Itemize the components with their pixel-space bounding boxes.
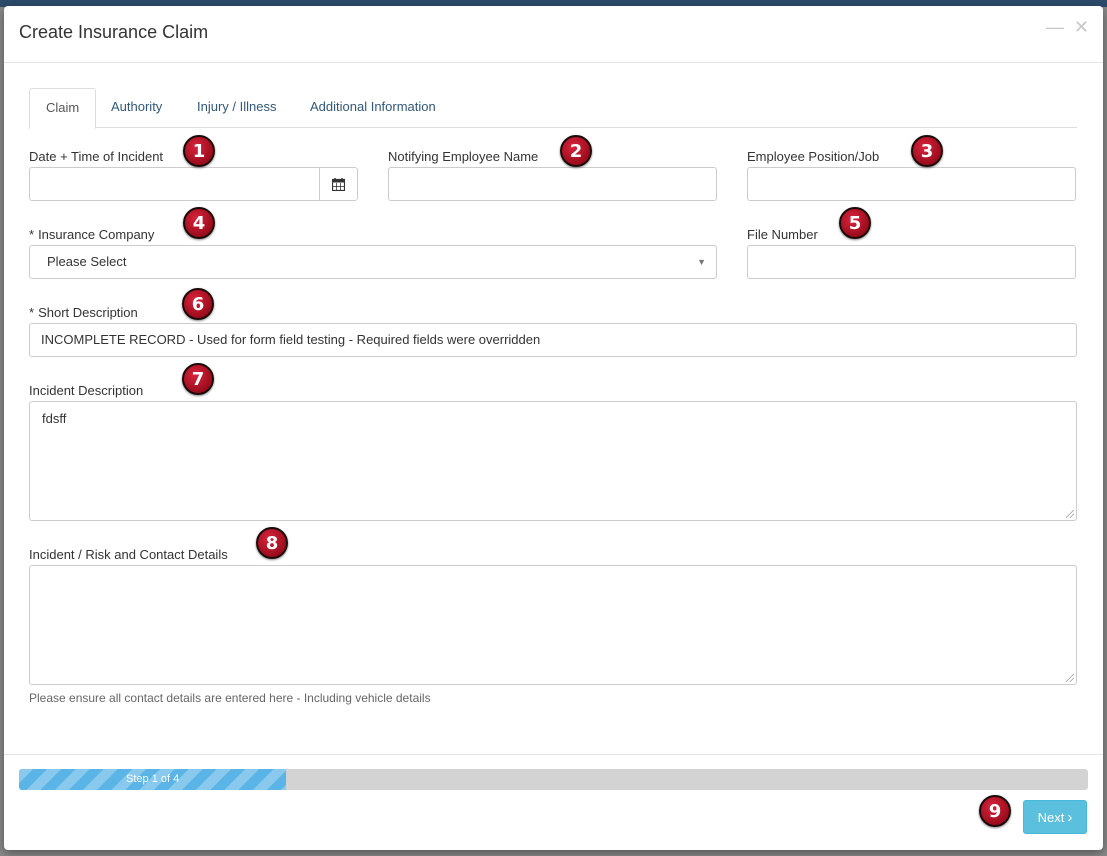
tab-authority[interactable]: Authority: [95, 88, 178, 128]
close-icon[interactable]: ✕: [1074, 18, 1089, 36]
incident-description-label: Incident Description: [29, 383, 144, 398]
annotation-badge: 4: [183, 207, 215, 239]
employee-position-label: Employee Position/Job: [747, 149, 880, 164]
insurance-company-label-text: Insurance Company: [38, 227, 155, 242]
progress-fill: Step 1 of 4: [19, 769, 287, 790]
modal-header: Create Insurance Claim — ✕: [4, 6, 1103, 63]
risk-contact-textarea[interactable]: [29, 565, 1077, 685]
next-button[interactable]: Next ›: [1023, 800, 1087, 834]
required-marker: *: [29, 305, 35, 320]
incident-datetime-label: Date + Time of Incident: [29, 149, 164, 164]
resize-grip-icon[interactable]: [1066, 510, 1074, 518]
tab-injury-illness[interactable]: Injury / Illness: [181, 88, 292, 128]
insurance-company-selected: Please Select: [47, 254, 127, 269]
short-description-label-text: Short Description: [38, 305, 138, 320]
tab-claim[interactable]: Claim: [29, 88, 97, 129]
resize-grip-icon[interactable]: [1066, 674, 1074, 682]
minimize-icon[interactable]: —: [1046, 18, 1064, 36]
tab-additional-information[interactable]: Additional Information: [294, 88, 452, 128]
chevron-right-icon: ›: [1067, 808, 1073, 826]
incident-datetime-input[interactable]: [29, 167, 321, 201]
annotation-badge: 7: [182, 363, 214, 395]
file-number-label: File Number: [747, 227, 818, 242]
file-number-input[interactable]: [747, 245, 1076, 279]
insurance-company-select[interactable]: Please Select ▼: [29, 245, 717, 279]
footer-divider: [4, 754, 1103, 755]
wizard-progress: Step 1 of 4: [19, 769, 1088, 790]
employee-position-input[interactable]: [747, 167, 1076, 201]
risk-contact-help: Please ensure all contact details are en…: [29, 691, 431, 705]
annotation-badge: 1: [183, 135, 215, 167]
short-description-input[interactable]: INCOMPLETE RECORD - Used for form field …: [29, 323, 1077, 357]
notifying-employee-label: Notifying Employee Name: [388, 149, 539, 164]
dropdown-arrow-icon: ▼: [697, 257, 706, 267]
create-claim-modal: Create Insurance Claim — ✕ Claim Authori…: [4, 6, 1103, 850]
incident-description-text: fdsff: [42, 411, 67, 426]
annotation-badge: 8: [256, 527, 288, 559]
annotation-badge: 3: [911, 135, 943, 167]
calendar-icon: [332, 177, 345, 191]
short-description-label: * Short Description: [29, 305, 138, 320]
annotation-badge: 9: [979, 795, 1011, 827]
next-button-label: Next: [1037, 809, 1065, 825]
incident-description-textarea[interactable]: fdsff: [29, 401, 1077, 521]
insurance-company-label: * Insurance Company: [29, 227, 154, 242]
notifying-employee-input[interactable]: [388, 167, 717, 201]
risk-contact-label: Incident / Risk and Contact Details: [29, 547, 228, 562]
calendar-button[interactable]: [319, 167, 358, 201]
annotation-badge: 5: [839, 207, 871, 239]
annotation-badge: 6: [182, 288, 214, 320]
required-marker: *: [29, 227, 35, 242]
modal-title: Create Insurance Claim: [19, 22, 209, 42]
annotation-badge: 2: [560, 135, 592, 167]
claim-tabs: Claim Authority Injury / Illness Additio…: [29, 88, 1077, 129]
